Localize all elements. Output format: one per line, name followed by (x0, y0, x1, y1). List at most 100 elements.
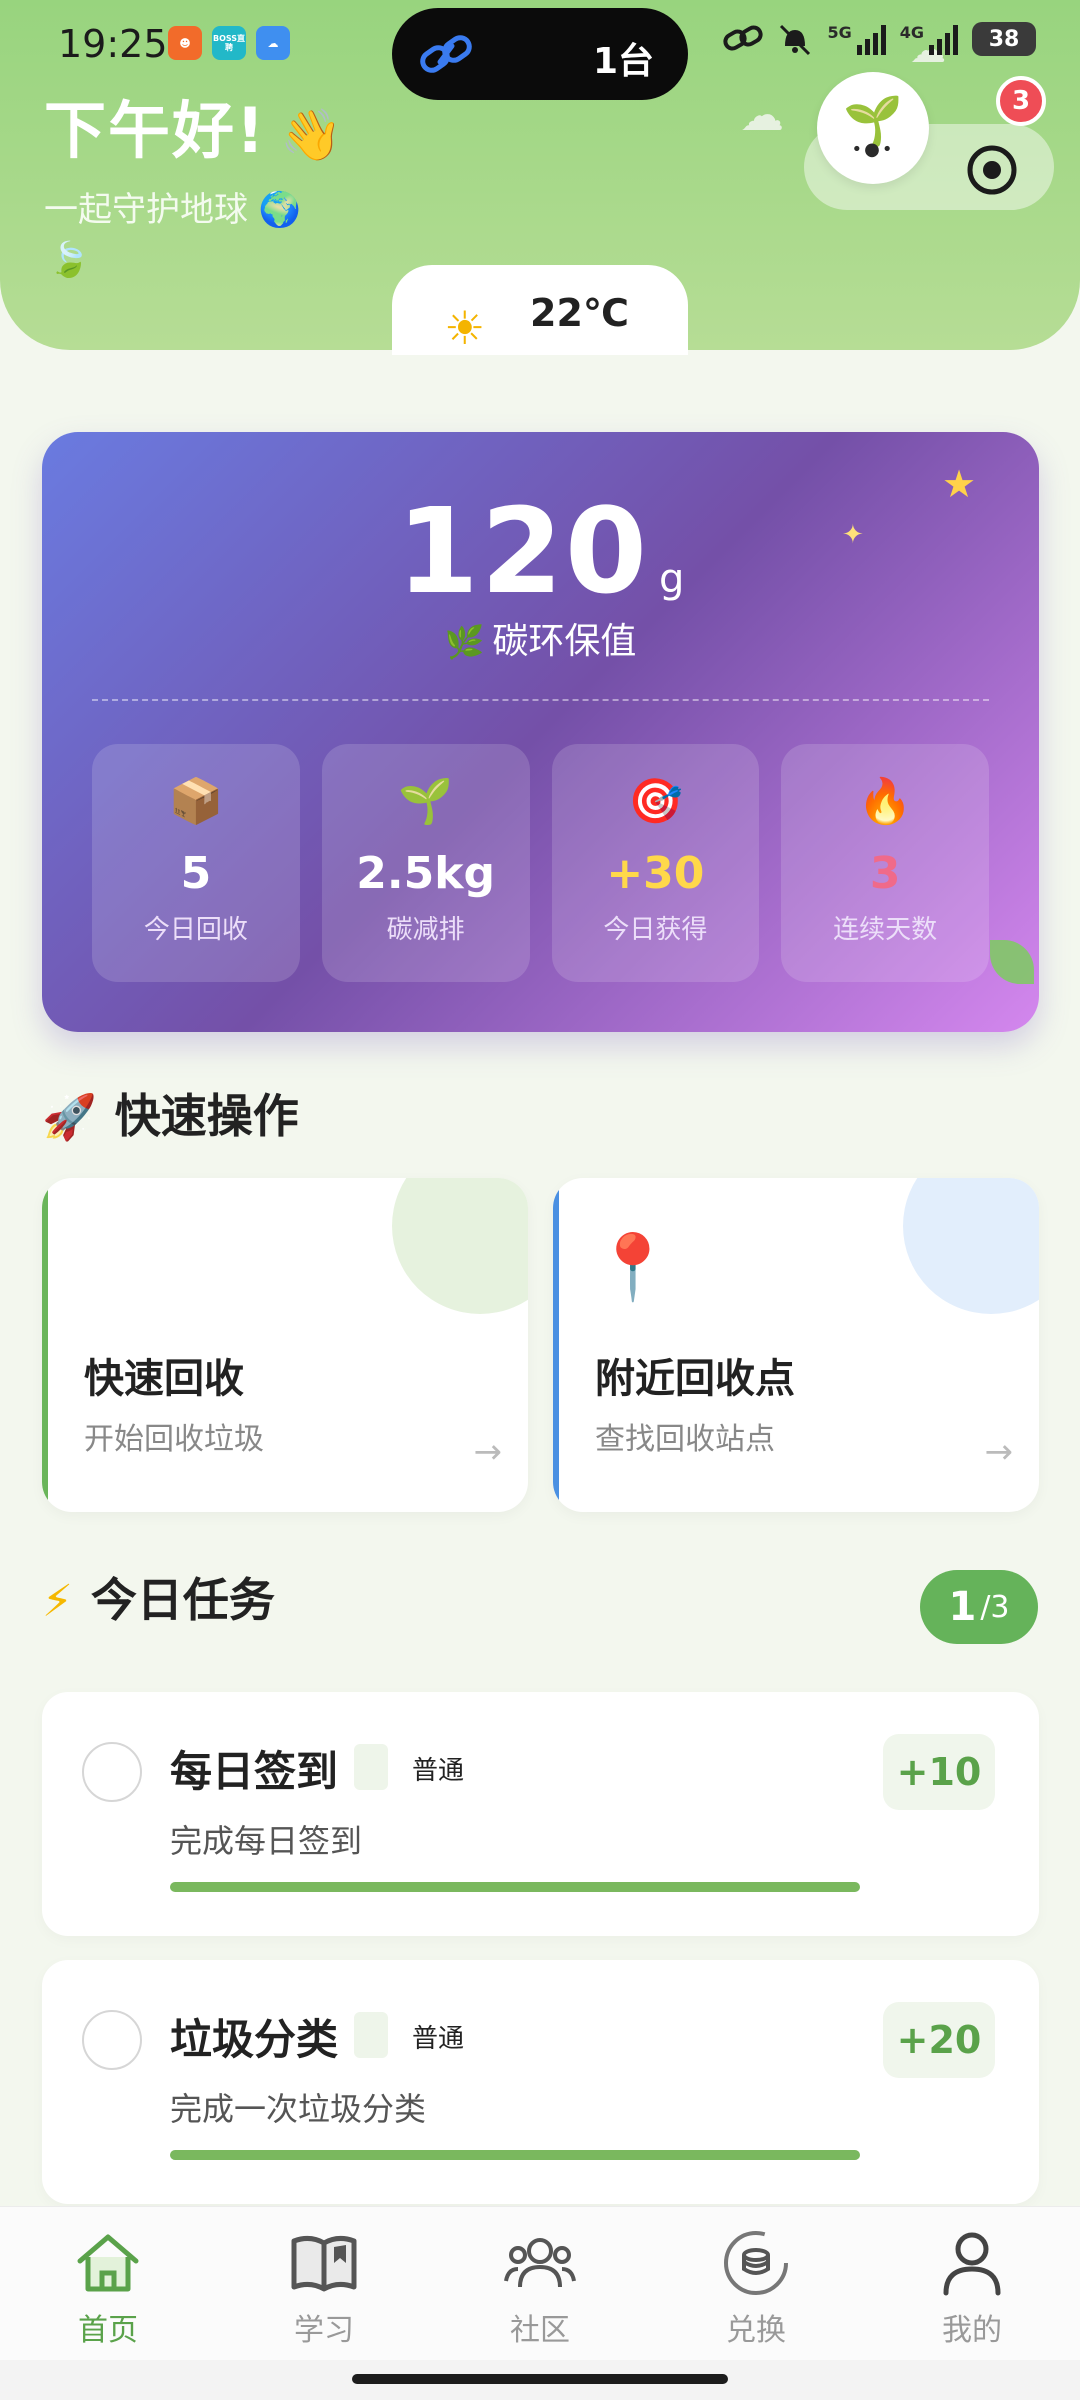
nav-learn-label: 学习 (294, 2313, 354, 2348)
rocket-icon: 🚀 (42, 1092, 97, 1143)
quick-recycle-card[interactable]: 快速回收 开始回收垃圾 → (42, 1178, 528, 1512)
weather-app-icon: ☁ (256, 26, 290, 60)
nav-community-label: 社区 (510, 2313, 570, 2348)
carbon-value: 120 g (42, 482, 1039, 620)
status-bar: 19:25 ☻ BOSS直聘 ☁ 1台 5G 4G 38 (0, 0, 1080, 100)
stat-label: 今日回收 (143, 915, 248, 945)
quick-recycle-desc: 开始回收垃圾 (84, 1422, 264, 1457)
task-checkbox[interactable] (82, 2010, 142, 2070)
task-title: 垃圾分类 (170, 2015, 339, 2064)
nav-learn[interactable]: 学习 (216, 2207, 432, 2360)
exchange-icon (724, 2231, 788, 2295)
home-icon (77, 2234, 139, 2292)
stat-value: 5 (180, 848, 212, 899)
task-progress-bar (170, 2150, 860, 2160)
island-label: 1台 (592, 41, 654, 82)
nav-profile[interactable]: 我的 (864, 2207, 1080, 2360)
tasks-done-count: 1 (948, 1584, 977, 1630)
seedling-icon: 🌱 (398, 776, 454, 827)
stat-value: 3 (869, 848, 901, 899)
stat-label: 连续天数 (833, 915, 938, 945)
task-card-daily-checkin[interactable]: 每日签到 普通 完成每日签到 +10 (42, 1692, 1039, 1936)
nearby-points-desc: 查找回收站点 (595, 1422, 775, 1457)
divider (92, 699, 989, 701)
target-dart-icon: 🎯 (627, 776, 683, 827)
plant-avatar-button[interactable]: 🌱 •●• (817, 72, 929, 184)
weather-temperature: 22℃ (530, 291, 629, 335)
nearby-points-title: 附近回收点 (595, 1356, 795, 1402)
quick-actions-heading: 🚀 快速操作 (42, 1080, 299, 1146)
cloud-decoration: ☁ (740, 90, 784, 141)
fire-icon: 🔥 (857, 776, 913, 827)
nav-home-label: 首页 (78, 2313, 138, 2348)
stat-value: +30 (606, 848, 705, 899)
network-type-2: 4G (899, 23, 924, 42)
task-reward: +10 (883, 1734, 995, 1810)
weather-widget[interactable]: ☀ 22℃ (392, 265, 688, 355)
task-level: 普通 (412, 2024, 465, 2054)
boss-app-icon: BOSS直聘 (212, 26, 246, 60)
status-indicators: 5G 4G 38 (723, 22, 1036, 56)
task-desc: 完成每日签到 (170, 1822, 363, 1860)
leaf-decoration-icon: 🍃 (48, 240, 91, 280)
greeting-subtitle: 一起守护地球 🌍 (44, 190, 302, 230)
profile-icon (943, 2232, 1001, 2296)
notification-badge[interactable]: 3 (996, 76, 1046, 126)
arrow-right-icon: → (473, 1432, 503, 1472)
task-desc: 完成一次垃圾分类 (170, 2090, 427, 2128)
sprout-icon: 🌱 (843, 92, 903, 149)
card-accent-bar (553, 1178, 559, 1512)
task-tag-icon (354, 1744, 388, 1790)
task-progress-bar (170, 1882, 860, 1892)
leaf-decoration (990, 940, 1034, 984)
carbon-value-card[interactable]: ★ ✦ 120 g 🌿 碳环保值 📦 5 今日回收 🌱 2.5kg 碳减排 🎯 +3… (42, 432, 1039, 1032)
home-indicator[interactable] (352, 2374, 728, 2384)
arrow-right-icon: → (984, 1432, 1014, 1472)
task-progress-badge: 1/3 (920, 1570, 1038, 1644)
task-checkbox[interactable] (82, 1742, 142, 1802)
status-time: 19:25 (58, 22, 168, 66)
link-status-icon (723, 25, 764, 51)
carbon-value-unit: g (658, 556, 685, 602)
nav-exchange[interactable]: 兑换 (648, 2207, 864, 2360)
nav-exchange-label: 兑换 (726, 2313, 786, 2348)
mute-bell-icon (780, 24, 811, 56)
task-title: 每日签到 (170, 1747, 339, 1796)
greeting-text: 下午好! (44, 94, 267, 167)
dynamic-island[interactable]: 1台 (392, 8, 688, 100)
scan-target-button[interactable] (962, 140, 1022, 200)
community-icon (504, 2238, 576, 2288)
bottom-navigation: 首页 学习 社区 兑换 我的 (0, 2206, 1080, 2360)
task-level: 普通 (412, 1756, 465, 1786)
stat-label: 碳减排 (386, 915, 465, 945)
stat-tile-carbon-reduction[interactable]: 🌱 2.5kg 碳减排 (321, 744, 530, 982)
bubble-decoration (903, 1178, 1039, 1314)
leaf-icon: 🌿 (444, 623, 485, 661)
card-accent-bar (42, 1178, 48, 1512)
nearby-points-card[interactable]: 📍 附近回收点 查找回收站点 → (553, 1178, 1039, 1512)
task-card-garbage-sorting[interactable]: 垃圾分类 普通 完成一次垃圾分类 +20 (42, 1960, 1039, 2204)
tasks-total-count: /3 (980, 1589, 1010, 1625)
stat-tile-recycled-today[interactable]: 📦 5 今日回收 (92, 744, 300, 982)
status-app-icons: ☻ BOSS直聘 ☁ (168, 26, 290, 60)
boss-app-label: BOSS直聘 (212, 34, 246, 52)
task-tag-icon (354, 2012, 388, 2058)
location-pin-icon: 📍 (593, 1231, 673, 1305)
nav-profile-label: 我的 (942, 2313, 1002, 2348)
carbon-label: 🌿 碳环保值 (42, 612, 1039, 664)
signal-4g-icon: 4G (900, 23, 958, 55)
tasks-heading: ⚡ 今日任务 (42, 1564, 275, 1630)
stat-tile-earned-today[interactable]: 🎯 +30 今日获得 (551, 744, 760, 982)
network-type-1: 5G (827, 23, 852, 42)
carbon-value-number: 120 (396, 482, 649, 620)
nav-community[interactable]: 社区 (432, 2207, 648, 2360)
stat-tile-streak-days[interactable]: 🔥 3 连续天数 (781, 744, 989, 982)
target-icon (967, 145, 1017, 195)
link-icon (420, 35, 472, 73)
battery-indicator: 38 (972, 22, 1036, 56)
nav-home[interactable]: 首页 (0, 2207, 216, 2360)
quick-actions-title: 快速操作 (114, 1089, 299, 1143)
book-icon (291, 2235, 357, 2292)
bubble-decoration (392, 1178, 528, 1314)
stat-label: 今日获得 (603, 915, 708, 945)
